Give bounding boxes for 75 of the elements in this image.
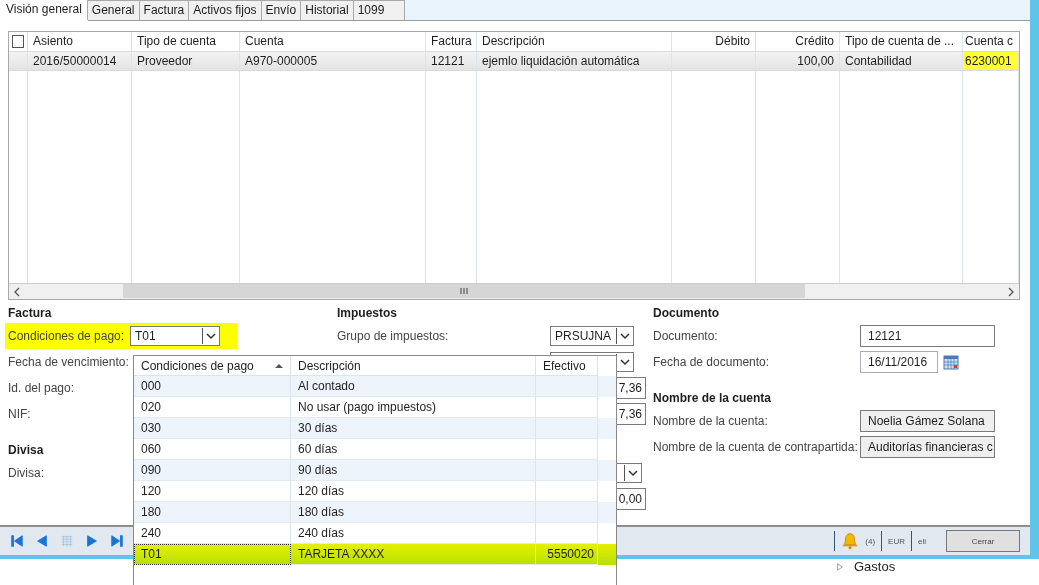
table-cell: 120 <box>141 484 162 498</box>
currency-indicator[interactable]: EUR <box>888 536 905 546</box>
tab[interactable]: 1099 <box>352 0 406 20</box>
table-cell: T01 <box>141 547 162 561</box>
close-button[interactable]: Cerrar <box>946 530 1020 552</box>
lookup-row[interactable]: 030 30 días <box>134 418 616 439</box>
input-field[interactable]: Noelia Gámez Solana <box>860 410 995 432</box>
field-label: Condiciones de pago: <box>8 329 125 343</box>
input-field[interactable]: 12121 <box>860 325 995 347</box>
combo-box[interactable]: PRSUJNA <box>550 326 634 346</box>
field-label: Grupo de impuestos: <box>337 329 449 343</box>
tree-item[interactable]: Gastos <box>854 559 896 574</box>
tab[interactable]: Visión general <box>0 0 88 21</box>
field-label: Nombre de la cuenta de contrapartida: <box>653 440 858 454</box>
tab[interactable]: General <box>86 0 140 20</box>
table-cell: Proveedor <box>137 54 193 68</box>
lookup-row[interactable]: 090 90 días <box>134 460 616 481</box>
column-header[interactable]: Asiento <box>33 34 74 48</box>
column-header[interactable]: Cuenta <box>245 34 284 48</box>
field-label: Divisa: <box>8 466 44 480</box>
tab[interactable]: Envío <box>260 0 302 20</box>
table-cell: 5550020 <box>547 547 594 561</box>
field-label: Fecha de vencimiento: <box>8 355 129 369</box>
table-cell: 6230001 <box>965 54 1012 68</box>
tab[interactable]: Historial <box>300 0 354 20</box>
table-cell: TARJETA XXXX <box>298 547 385 561</box>
column-header[interactable]: Cuenta c <box>965 34 1014 48</box>
table-cell: No usar (pago impuestos) <box>298 400 437 414</box>
input-field[interactable]: Auditorías financieras c <box>860 436 995 458</box>
field-label: Documento: <box>653 329 718 343</box>
field-label: Nombre de la cuenta: <box>653 414 768 428</box>
table-cell: Contabilidad <box>845 54 912 68</box>
section-title: Documento <box>653 306 719 320</box>
table-cell: 180 <box>141 505 162 519</box>
table-cell: 100,00 <box>797 54 834 68</box>
table-cell: Al contado <box>298 379 355 393</box>
date-field[interactable]: 16/11/2016 <box>860 351 938 373</box>
column-header[interactable]: Débito <box>715 34 750 48</box>
field-label: Fecha de documento: <box>653 355 770 369</box>
table-cell: A970-000005 <box>245 54 318 68</box>
table-cell: 020 <box>141 400 162 414</box>
field-label: NIF: <box>8 407 31 421</box>
table-cell: 060 <box>141 442 162 456</box>
table-cell: 60 días <box>298 442 338 456</box>
lookup-row[interactable]: 180 180 días <box>134 502 616 523</box>
company-indicator[interactable]: eli <box>918 536 926 546</box>
section-title: Impuestos <box>337 306 397 320</box>
table-cell: 090 <box>141 463 162 477</box>
table-cell: 180 días <box>298 505 345 519</box>
table-cell: 90 días <box>298 463 338 477</box>
section-title: Factura <box>8 306 52 320</box>
field-label: Id. del pago: <box>8 381 75 395</box>
table-cell: 30 días <box>298 421 338 435</box>
table-cell: ejemlo liquidación automática <box>482 54 640 68</box>
tab[interactable]: Activos fijos <box>188 0 262 20</box>
table-cell: 240 días <box>298 526 345 540</box>
column-header[interactable]: Factura <box>431 34 472 48</box>
section-title: Nombre de la cuenta <box>653 391 772 405</box>
table-cell: 240 <box>141 526 162 540</box>
lookup-row[interactable]: 000 Al contado <box>134 376 616 397</box>
table-cell: 120 días <box>298 484 345 498</box>
table-cell: 2016/50000014 <box>33 54 117 68</box>
notification-count: (4) <box>865 536 876 546</box>
table-row[interactable]: 2016/50000014 Proveedor A970-000005 12121 ejemlo liquidación automática 100,00 Contabilidad 6230001 <box>9 52 1019 71</box>
combo-box[interactable]: T01 <box>130 326 220 346</box>
column-header[interactable]: Tipo de cuenta de ... <box>845 34 954 48</box>
column-header[interactable]: Tipo de cuenta <box>137 34 216 48</box>
tab[interactable]: Factura <box>138 0 190 20</box>
table-cell: 000 <box>141 379 162 393</box>
column-header[interactable]: Crédito <box>795 34 834 48</box>
table-cell: 12121 <box>431 54 465 68</box>
table-cell: 030 <box>141 421 162 435</box>
section-title: Divisa <box>8 443 44 457</box>
lookup-row[interactable]: T01 TARJETA XXXX 5550020 <box>134 544 616 565</box>
column-header[interactable]: Descripción <box>482 34 545 48</box>
